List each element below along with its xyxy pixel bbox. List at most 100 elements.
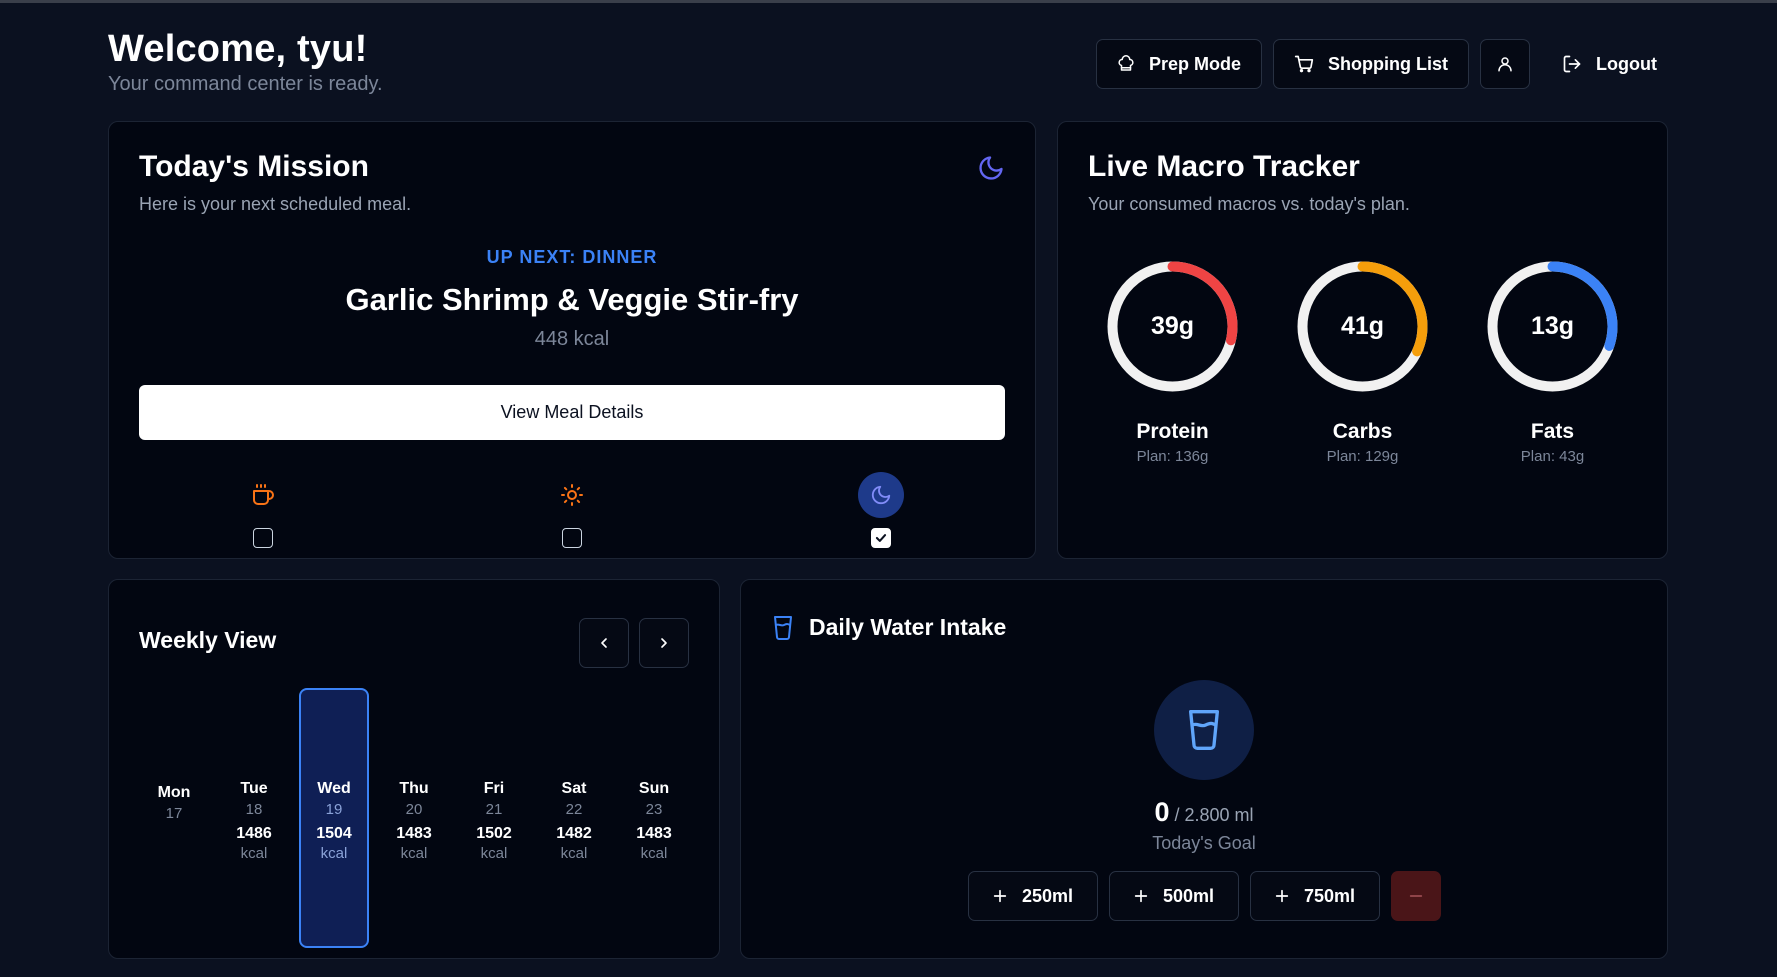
chevron-right-icon: [656, 635, 672, 651]
water-title: Daily Water Intake: [809, 614, 1007, 640]
add-500ml-button[interactable]: 500ml: [1108, 871, 1239, 921]
macro-value: 41g: [1340, 312, 1385, 340]
day-name: Sun: [638, 780, 670, 797]
meal-slot-lunch: [542, 472, 602, 548]
day-name: Sat: [561, 780, 587, 797]
water-add-buttons: 250ml 500ml 750ml: [741, 871, 1667, 921]
macro-ring: 39g: [1105, 259, 1240, 394]
day-column-tue[interactable]: Tue 18 1486 kcal: [219, 688, 289, 948]
mission-subtitle: Here is your next scheduled meal.: [139, 194, 412, 214]
water-glass-badge: [1154, 680, 1254, 780]
logout-icon: [1562, 54, 1582, 74]
remove-water-button[interactable]: [1390, 871, 1441, 921]
day-column-sun[interactable]: Sun 23 1483 kcal: [619, 688, 689, 948]
day-kcal: 1483: [636, 825, 672, 842]
macro-ring: 41g: [1295, 259, 1430, 394]
day-kcal: 1486: [236, 825, 272, 842]
profile-button[interactable]: [1480, 39, 1531, 89]
day-name: Wed: [317, 780, 351, 797]
add-750ml-button[interactable]: 750ml: [1249, 871, 1380, 921]
macro-fats: 13g Fats Plan: 43g: [1485, 259, 1620, 465]
check-icon: [874, 531, 888, 545]
coffee-icon: [240, 472, 286, 518]
header-actions: Prep Mode Shopping List Logout: [1096, 39, 1668, 89]
water-current: 0: [1154, 797, 1170, 827]
water-amount: 0 / 2.800 ml: [741, 797, 1667, 828]
up-next-label: UP NEXT: DINNER: [486, 247, 658, 267]
macro-label: Protein: [1136, 420, 1209, 443]
breakfast-checkbox[interactable]: [252, 528, 273, 548]
logout-button[interactable]: Logout: [1541, 39, 1668, 89]
macro-plan: Plan: 43g: [1520, 448, 1585, 465]
day-date: 17: [165, 805, 183, 822]
page-header: Welcome, tyu! Your command center is rea…: [108, 27, 1668, 99]
weekly-title: Weekly View: [139, 627, 277, 653]
day-column-mon[interactable]: Mon 17: [139, 688, 209, 948]
day-kcal: 1504: [316, 825, 352, 842]
meal-slot-dinner: [851, 472, 911, 548]
prep-mode-label: Prep Mode: [1149, 53, 1242, 74]
day-kcal: 1482: [556, 825, 592, 842]
add-500ml-label: 500ml: [1162, 885, 1215, 906]
day-column-sat[interactable]: Sat 22 1482 kcal: [539, 688, 609, 948]
shopping-cart-icon: [1294, 54, 1314, 74]
meal-slot-breakfast: [233, 472, 293, 548]
macro-protein: 39g Protein Plan: 136g: [1105, 259, 1240, 465]
logout-label: Logout: [1596, 53, 1657, 74]
day-kcal-unit: kcal: [640, 845, 668, 862]
glass-icon: [1184, 707, 1224, 753]
next-week-button[interactable]: [639, 618, 689, 668]
user-icon: [1496, 55, 1514, 73]
day-name: Mon: [157, 784, 191, 801]
day-column-fri[interactable]: Fri 21 1502 kcal: [459, 688, 529, 948]
shopping-list-label: Shopping List: [1328, 53, 1449, 74]
add-750ml-label: 750ml: [1303, 885, 1356, 906]
day-name: Tue: [240, 780, 268, 797]
macro-subtitle: Your consumed macros vs. today's plan.: [1088, 194, 1410, 214]
day-date: 21: [485, 801, 503, 818]
view-meal-details-button[interactable]: View Meal Details: [139, 385, 1005, 440]
day-date: 23: [645, 801, 663, 818]
dinner-checkbox[interactable]: [871, 528, 892, 548]
day-kcal: 1502: [476, 825, 512, 842]
day-name: Thu: [399, 780, 429, 797]
meal-slots: [139, 472, 1005, 548]
add-250ml-button[interactable]: 250ml: [967, 871, 1098, 921]
daily-water-intake-card: Daily Water Intake 0 / 2.800 ml Today's …: [740, 579, 1668, 959]
day-kcal-unit: kcal: [320, 845, 348, 862]
moon-icon: [977, 154, 1005, 182]
shopping-list-button[interactable]: Shopping List: [1273, 39, 1470, 89]
minus-icon: [1408, 888, 1424, 904]
lunch-checkbox[interactable]: [562, 528, 582, 548]
macro-value: 39g: [1150, 312, 1195, 340]
plus-icon: [992, 888, 1008, 904]
add-250ml-label: 250ml: [1021, 885, 1074, 906]
chevron-left-icon: [596, 635, 612, 651]
day-date: 18: [245, 801, 263, 818]
macro-plan: Plan: 129g: [1326, 448, 1399, 465]
macro-rings: 39g Protein Plan: 136g 41g Carbs Plan: 1…: [1058, 259, 1667, 465]
day-date: 20: [405, 801, 423, 818]
day-kcal-unit: kcal: [560, 845, 588, 862]
macro-plan: Plan: 136g: [1136, 448, 1209, 465]
day-kcal: 1483: [396, 825, 432, 842]
week-days: Mon 17 Tue 18 1486 kcal Wed 19 1504 kcal…: [139, 688, 699, 948]
sun-icon: [549, 472, 595, 518]
moon-icon: [858, 472, 905, 518]
day-kcal-unit: kcal: [400, 845, 428, 862]
chef-hat-icon: [1117, 55, 1135, 73]
day-column-wed[interactable]: Wed 19 1504 kcal: [299, 688, 369, 948]
day-kcal-unit: kcal: [240, 845, 268, 862]
macro-ring: 13g: [1485, 259, 1620, 394]
prev-week-button[interactable]: [579, 618, 629, 668]
mission-title: Today's Mission: [139, 150, 369, 183]
day-date: 19: [325, 801, 343, 818]
macro-label: Carbs: [1332, 420, 1393, 443]
macro-value: 13g: [1530, 312, 1575, 340]
day-name: Fri: [483, 780, 505, 797]
day-date: 22: [565, 801, 583, 818]
prep-mode-button[interactable]: Prep Mode: [1096, 39, 1263, 89]
day-column-thu[interactable]: Thu 20 1483 kcal: [379, 688, 449, 948]
meal-name: Garlic Shrimp & Veggie Stir-fry: [345, 282, 799, 317]
macro-carbs: 41g Carbs Plan: 129g: [1295, 259, 1430, 465]
